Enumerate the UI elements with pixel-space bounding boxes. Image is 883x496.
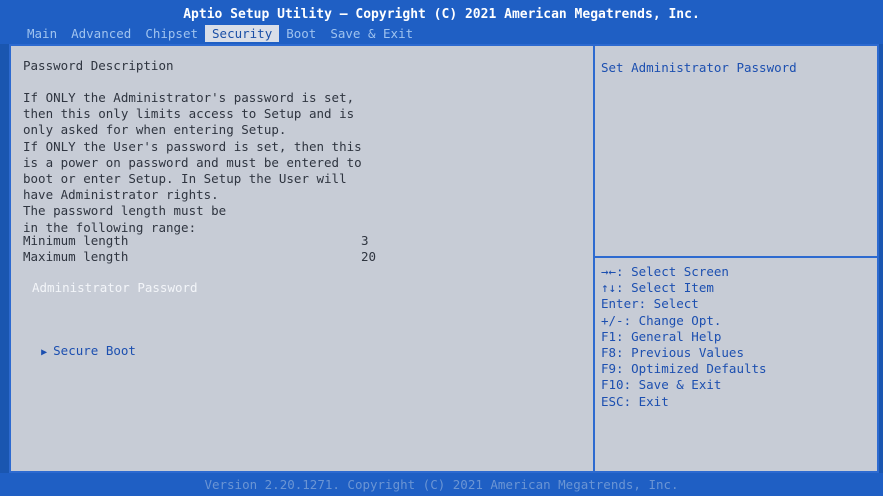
secure-boot-label: Secure Boot bbox=[53, 343, 136, 358]
password-description: If ONLY the Administrator's password is … bbox=[23, 90, 362, 236]
key-hint-optimized-defaults: F9: Optimized Defaults bbox=[601, 361, 767, 377]
window-title: Aptio Setup Utility – Copyright (C) 2021… bbox=[183, 7, 700, 22]
tab-boot[interactable]: Boot bbox=[279, 25, 323, 42]
description-line: If ONLY the User's password is set, then… bbox=[23, 138, 362, 154]
triangle-right-icon: ▶ bbox=[41, 347, 48, 358]
tab-main[interactable]: Main bbox=[20, 25, 64, 42]
administrator-password-item[interactable]: Administrator Password bbox=[32, 280, 198, 296]
description-line: then this only limits access to Setup an… bbox=[23, 106, 355, 122]
description-line: have Administrator rights. bbox=[23, 187, 219, 203]
description-line: only asked for when entering Setup. bbox=[23, 122, 287, 138]
tab-security[interactable]: Security bbox=[205, 25, 280, 42]
key-hint-previous-values: F8: Previous Values bbox=[601, 344, 744, 360]
tab-chipset[interactable]: Chipset bbox=[138, 25, 205, 42]
description-line: If ONLY the Administrator's password is … bbox=[23, 90, 355, 105]
secure-boot-item[interactable]: ▶ Secure Boot bbox=[11, 327, 136, 358]
key-hint-general-help: F1: General Help bbox=[601, 328, 722, 344]
maximum-length-value: 20 bbox=[361, 249, 377, 264]
key-hint-change-opt: +/-: Change Opt. bbox=[601, 312, 722, 328]
key-hint-exit: ESC: Exit bbox=[601, 393, 669, 409]
description-line: The password length must be bbox=[23, 203, 227, 219]
tab-advanced[interactable]: Advanced bbox=[64, 25, 138, 42]
password-description-title: Password Description bbox=[23, 58, 174, 73]
tab-bar: Main Advanced Chipset Security Boot Save… bbox=[20, 25, 420, 42]
minimum-length-value: 3 bbox=[361, 233, 369, 248]
key-hint-select-item: ↑↓: Select Item bbox=[601, 280, 714, 296]
minimum-length-label: Minimum length bbox=[23, 233, 129, 248]
key-hint-enter: Enter: Select bbox=[601, 296, 699, 312]
maximum-length-label: Maximum length bbox=[23, 249, 129, 264]
title-bar: Aptio Setup Utility – Copyright (C) 2021… bbox=[0, 0, 883, 44]
tab-save-exit[interactable]: Save & Exit bbox=[323, 25, 420, 42]
help-text: Set Administrator Password bbox=[601, 60, 797, 75]
content-panel: Password Description If ONLY the Adminis… bbox=[9, 44, 879, 473]
description-line: is a power on password and must be enter… bbox=[23, 154, 362, 170]
help-divider bbox=[595, 256, 879, 258]
version-footer: Version 2.20.1271. Copyright (C) 2021 Am… bbox=[0, 473, 883, 496]
panel-divider bbox=[593, 46, 595, 471]
description-line: boot or enter Setup. In Setup the User w… bbox=[23, 170, 347, 186]
key-legend: →←: Select Screen ↑↓: Select Item Enter:… bbox=[601, 264, 767, 410]
key-hint-save-exit: F10: Save & Exit bbox=[601, 377, 722, 393]
key-hint-select-screen: →←: Select Screen bbox=[601, 264, 729, 279]
